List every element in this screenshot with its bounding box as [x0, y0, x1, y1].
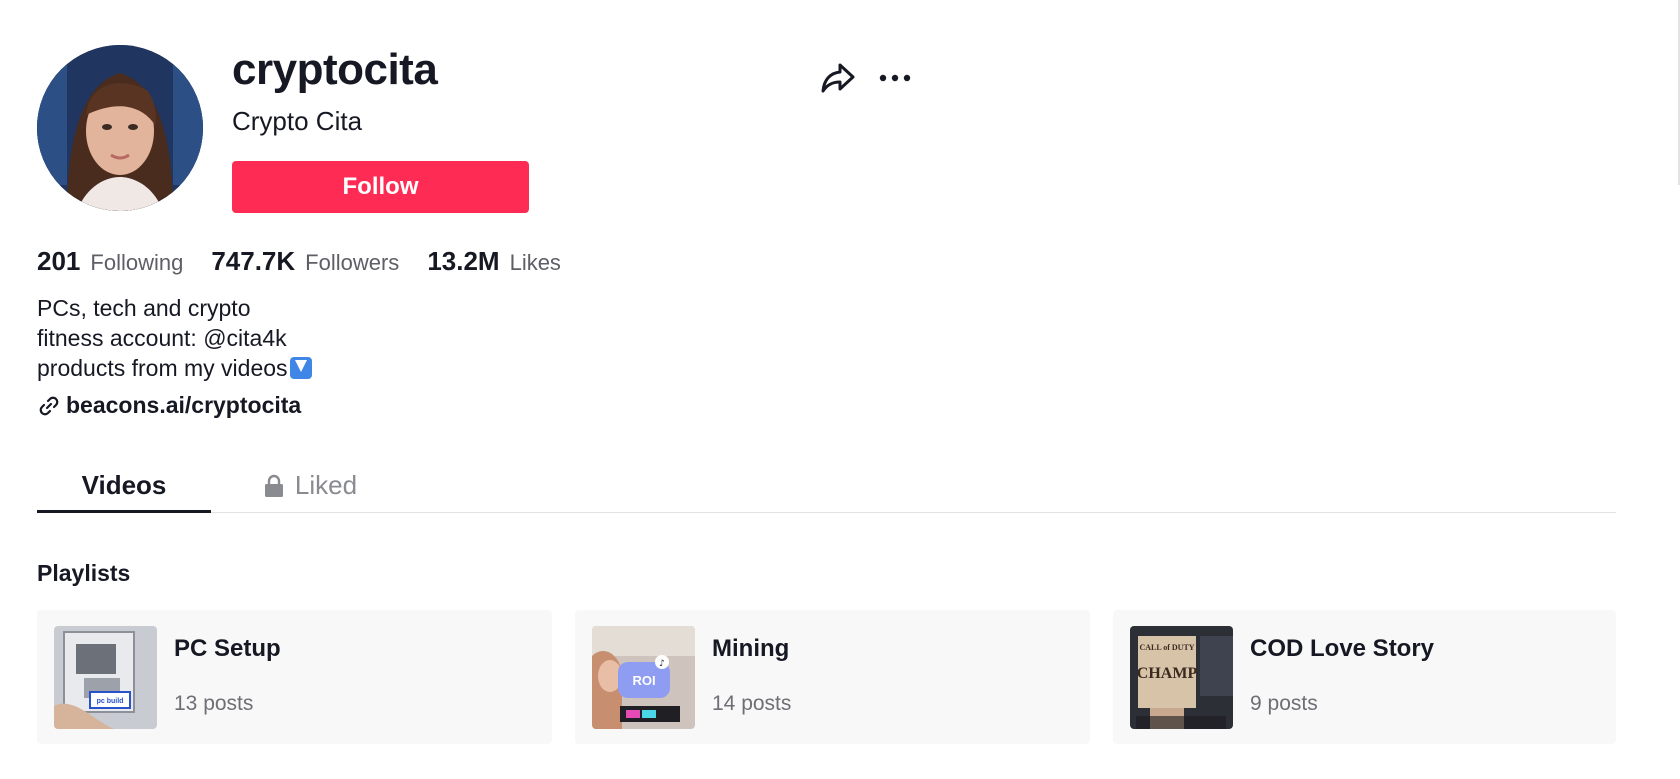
playlist-thumbnail: ROI ♪ [592, 626, 695, 729]
playlists-heading: Playlists [37, 560, 131, 586]
link-text: beacons.ai/cryptocita [66, 392, 302, 418]
profile-tabs: Videos Liked [37, 458, 1616, 513]
stat-value: 13.2M [427, 246, 500, 276]
profile-page: cryptocita Crypto Cita Follow 201 Follow… [0, 0, 1680, 779]
tab-videos[interactable]: Videos [37, 458, 211, 513]
playlist-list: pc build PC Setup 13 posts ROI ♪ Mining … [37, 610, 1616, 744]
share-arrow-icon [821, 63, 855, 93]
profile-link[interactable]: beacons.ai/cryptocita [37, 392, 301, 419]
more-options-button[interactable] [875, 58, 915, 98]
share-button[interactable] [818, 58, 858, 98]
down-arrow-emoji-icon [289, 357, 312, 379]
bio-line-text: products from my videos [37, 355, 288, 381]
playlist-card-mining[interactable]: ROI ♪ Mining 14 posts [575, 610, 1090, 744]
stat-likes: 13.2M Likes [427, 246, 561, 277]
svg-text:CALL of DUTY: CALL of DUTY [1139, 643, 1194, 652]
stat-label: Followers [305, 250, 400, 275]
playlist-count: 13 posts [174, 692, 254, 715]
active-tab-indicator [37, 510, 211, 513]
bio-line: PCs, tech and crypto [37, 295, 251, 321]
svg-text:♪: ♪ [659, 659, 665, 669]
follow-button[interactable]: Follow [232, 161, 529, 213]
nickname: Crypto Cita [232, 106, 363, 136]
username: cryptocita [232, 45, 438, 94]
tab-liked[interactable]: Liked [255, 458, 365, 513]
tab-label: Videos [81, 470, 167, 500]
bio-line: products from my videos [37, 353, 312, 383]
stat-value: 747.7K [211, 246, 296, 276]
playlist-card-cod-love-story[interactable]: CALL of DUTY CHAMP COD Love Story 9 post… [1113, 610, 1616, 744]
playlist-name: Mining [712, 635, 790, 662]
svg-text:CHAMP: CHAMP [1137, 665, 1198, 682]
thumb-caption: pc build [97, 698, 124, 705]
tab-label: Liked [294, 470, 358, 500]
playlist-count: 9 posts [1250, 692, 1318, 715]
playlist-name: COD Love Story [1250, 635, 1435, 662]
lock-icon [263, 474, 285, 498]
ellipsis-icon [879, 74, 911, 82]
link-icon [37, 394, 61, 418]
playlist-count: 14 posts [712, 692, 792, 715]
playlist-name: PC Setup [174, 635, 281, 662]
bio-line: fitness account: @cita4k [37, 325, 287, 351]
playlist-thumbnail: CALL of DUTY CHAMP [1130, 626, 1233, 729]
stat-following[interactable]: 201 Following [37, 246, 183, 277]
bio: PCs, tech and crypto fitness account: @c… [37, 293, 312, 383]
profile-stats: 201 Following 747.7K Followers 13.2M Lik… [37, 246, 589, 280]
stat-label: Likes [509, 250, 561, 275]
playlist-card-pc-setup[interactable]: pc build PC Setup 13 posts [37, 610, 552, 744]
stat-followers[interactable]: 747.7K Followers [211, 246, 399, 277]
stat-value: 201 [37, 246, 81, 276]
avatar[interactable] [37, 45, 203, 211]
stat-label: Following [90, 250, 184, 275]
playlist-thumbnail: pc build [54, 626, 157, 729]
thumb-caption: ROI [632, 673, 655, 688]
